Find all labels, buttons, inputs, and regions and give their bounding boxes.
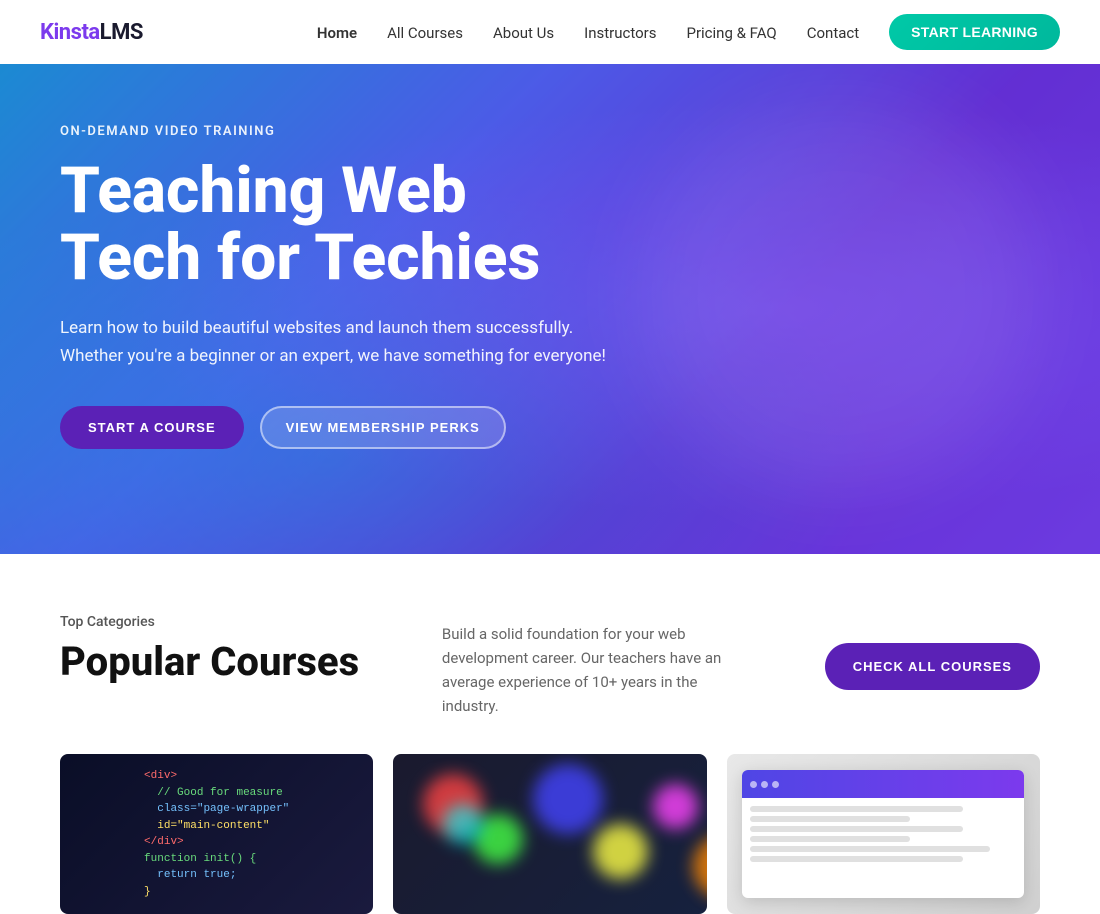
check-all-courses-button[interactable]: CHECK ALL COURSES — [825, 643, 1040, 690]
course-thumb-code[interactable]: <div> // Good for measure class="page-wr… — [60, 754, 373, 914]
hero-section: ON-DEMAND VIDEO TRAINING Teaching Web Te… — [0, 64, 1100, 554]
start-course-button[interactable]: START A COURSE — [60, 406, 244, 449]
logo-lms: LMS — [100, 20, 143, 45]
hero-title-line1: Teaching Web — [60, 153, 467, 228]
hero-eyebrow: ON-DEMAND VIDEO TRAINING — [60, 124, 620, 139]
courses-header-left: Top Categories Popular Courses — [60, 614, 359, 685]
hero-title: Teaching Web Tech for Techies — [60, 157, 620, 291]
bokeh-orange — [693, 834, 706, 899]
logo-kinsta: Kinsta — [40, 20, 100, 45]
course-thumb-design[interactable] — [727, 754, 1040, 914]
start-learning-button[interactable]: START LEARNING — [889, 14, 1060, 50]
nav-contact[interactable]: Contact — [807, 24, 859, 42]
bokeh-magenta — [653, 784, 698, 829]
courses-description: Build a solid foundation for your web de… — [442, 622, 742, 718]
membership-perks-button[interactable]: VIEW MEMBERSHIP PERKS — [260, 406, 506, 449]
nav-links: Home All Courses About Us Instructors Pr… — [317, 14, 1060, 50]
nav-all-courses[interactable]: All Courses — [387, 24, 463, 42]
hero-buttons: START A COURSE VIEW MEMBERSHIP PERKS — [60, 406, 620, 449]
course-thumb-bokeh[interactable] — [393, 754, 706, 914]
mockup-dot-1 — [750, 781, 757, 788]
hero-content: ON-DEMAND VIDEO TRAINING Teaching Web Te… — [60, 124, 620, 449]
mockup-dot-2 — [761, 781, 768, 788]
main-nav: KinstaLMS Home All Courses About Us Inst… — [0, 0, 1100, 64]
nav-pricing[interactable]: Pricing & FAQ — [686, 24, 776, 42]
mockup-body — [742, 798, 1024, 870]
bokeh-blue — [533, 764, 603, 834]
courses-description-block: Build a solid foundation for your web de… — [442, 614, 742, 718]
course-thumbnails: <div> // Good for measure class="page-wr… — [60, 754, 1040, 914]
courses-header: Top Categories Popular Courses Build a s… — [60, 614, 1040, 718]
logo: KinstaLMS — [40, 20, 143, 45]
popular-courses-title: Popular Courses — [60, 638, 359, 685]
courses-section: Top Categories Popular Courses Build a s… — [0, 554, 1100, 914]
top-categories-label: Top Categories — [60, 614, 359, 630]
mockup-line-4 — [750, 836, 910, 842]
mockup-line-2 — [750, 816, 910, 822]
nav-home[interactable]: Home — [317, 24, 357, 42]
mockup-dot-3 — [772, 781, 779, 788]
nav-instructors[interactable]: Instructors — [584, 24, 656, 42]
mockup-line-5 — [750, 846, 989, 852]
mockup-line-3 — [750, 826, 963, 832]
mockup-line-6 — [750, 856, 963, 862]
mockup-header — [742, 770, 1024, 798]
bokeh-yellow — [593, 824, 648, 879]
mockup-line-1 — [750, 806, 963, 812]
hero-subtitle: Learn how to build beautiful websites an… — [60, 315, 620, 369]
code-preview: <div> // Good for measure class="page-wr… — [128, 754, 305, 914]
nav-about[interactable]: About Us — [493, 24, 554, 42]
design-mockup — [742, 770, 1024, 898]
hero-title-line2: Tech for Techies — [60, 220, 540, 295]
